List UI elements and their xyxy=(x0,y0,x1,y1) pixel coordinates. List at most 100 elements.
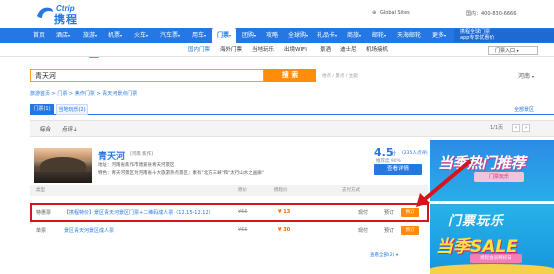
chevron-down-icon: ▾ xyxy=(531,74,534,79)
header-ctrip-price: 携程价 xyxy=(274,188,288,193)
app-promo[interactable]: 携程全球门票 app专享优惠价 xyxy=(454,29,554,42)
chevron-down-icon: ▾ xyxy=(254,33,257,38)
nav-train[interactable]: 火车▾ xyxy=(130,28,152,43)
promo-title-2: 门票玩乐 xyxy=(448,214,505,229)
nav-hotel[interactable]: 酒店▾ xyxy=(52,28,74,43)
phone-number: 国内：400-830-6666 xyxy=(466,11,517,17)
nav-tianhai-cruise[interactable]: 天海邮轮 xyxy=(394,28,424,43)
breadcrumb-separator: > xyxy=(51,91,56,97)
result-tabs: 门票(1) 当地玩乐(2) xyxy=(30,104,554,115)
review-count[interactable]: (235人点评) xyxy=(402,150,428,156)
nav-business[interactable]: 商旅▾ xyxy=(343,28,365,43)
rating-unit: 分 xyxy=(391,151,397,157)
search-input[interactable]: 青天河 xyxy=(30,69,264,82)
nav-guide[interactable]: 攻略 xyxy=(262,28,282,43)
subnav-overseas-tickets[interactable]: 海外门票 xyxy=(220,45,242,53)
view-all-tickets-link[interactable]: 查看全部(2) ▾ xyxy=(370,252,398,258)
page-indicator: 1/1页 xyxy=(490,125,504,131)
globe-icon: ⊕ xyxy=(372,10,377,16)
promo-banner[interactable]: 当季热门推荐 门票玩乐 门票玩乐 当季SALE 携程会员特权日 xyxy=(430,140,554,274)
chevron-down-icon: ▾ xyxy=(95,33,98,38)
chevron-down-icon: ▾ xyxy=(68,33,71,38)
chevron-down-icon: ▾ xyxy=(204,33,207,38)
sort-arrow-icon: ⇣ xyxy=(73,127,78,133)
nav-tickets[interactable]: 门票▾ xyxy=(212,28,236,43)
highlight-box xyxy=(30,203,429,222)
breadcrumb-item[interactable]: 焦作门票 xyxy=(75,91,95,97)
logo-cn-text: 携程 xyxy=(54,13,78,26)
tab-local-fun[interactable]: 当地玩乐(2) xyxy=(56,104,88,115)
nav-more[interactable]: 更多▾ xyxy=(428,28,450,43)
nav-bus[interactable]: 汽车票▾ xyxy=(156,28,184,43)
subnav-airport-pickup[interactable]: 机场接机 xyxy=(366,45,388,53)
chevron-down-icon: ▾ xyxy=(444,33,447,38)
search-hint: 地点 / 景点 / 主题 xyxy=(322,74,358,79)
global-sites-link[interactable]: Global Sites xyxy=(380,10,410,16)
subnav-wifi[interactable]: 出境WIFI xyxy=(284,45,307,53)
search-button[interactable]: 搜 索 xyxy=(264,69,316,82)
breadcrumb-item[interactable]: 旅游首页 xyxy=(30,91,50,97)
header-original-price: 原价 xyxy=(238,188,247,193)
sort-bar: 综合 点评⇣ xyxy=(30,120,554,137)
chevron-down-icon: ▾ xyxy=(306,33,309,38)
chevron-down-icon: ▾ xyxy=(146,33,149,38)
subnav-local-fun[interactable]: 当地玩乐 xyxy=(252,45,274,53)
tab-tickets[interactable]: 门票(1) xyxy=(30,104,54,115)
chevron-down-icon: ▾ xyxy=(335,33,338,38)
book-button[interactable]: 预订 xyxy=(401,226,419,235)
top-bar: Ctrip 携程 ⊕ Global Sites 国内：400-830-6666 xyxy=(0,0,554,28)
sort-reviews[interactable]: 点评⇣ xyxy=(62,125,78,133)
attraction-feature: 特色：青天河景区为河南省十大旅游热点景区；素有"北方三峡"和"太行山水之画廊" xyxy=(98,171,264,176)
next-page-icon[interactable]: › xyxy=(522,124,530,132)
ctrip-price: ¥ 30 xyxy=(278,227,291,233)
nav-global-shop[interactable]: 全球购▾ xyxy=(285,28,311,43)
nav-gift-card[interactable]: 礼品卡▾ xyxy=(314,28,340,43)
ticket-entry-button[interactable]: 门票入口 ▾ xyxy=(488,46,538,55)
attraction-location: [河南 焦作] xyxy=(130,152,153,157)
chevron-down-icon: ▾ xyxy=(359,33,362,38)
nav-travel[interactable]: 旅游▾ xyxy=(78,28,102,43)
breadcrumb-item: 青天河景点门票 xyxy=(102,91,138,97)
subnav-hotel-combo[interactable]: 景酒 xyxy=(320,45,331,53)
chevron-down-icon: ▾ xyxy=(384,33,387,38)
book-label: 预订 xyxy=(384,228,395,234)
dolphin-logo-icon xyxy=(37,7,53,18)
ticket-table-header: 类型 原价 携程价 支付方式 xyxy=(30,185,428,196)
payment-method: 现付 xyxy=(358,228,369,234)
nav-cruise[interactable]: 邮轮▾ xyxy=(368,28,390,43)
sort-comprehensive[interactable]: 综合 xyxy=(40,125,51,133)
view-details-button[interactable]: 查看详情 xyxy=(374,164,422,175)
breadcrumb-separator: > xyxy=(96,91,101,97)
original-price: ¥65 xyxy=(238,227,248,233)
breadcrumb-separator: > xyxy=(69,91,74,97)
subnav-domestic-tickets[interactable]: 国内门票 xyxy=(188,45,210,53)
nav-groupbuy[interactable]: 团购▾ xyxy=(238,28,260,43)
table-row: 单票 景区青天河景区成人票 ¥65 ¥ 30 现付 预订 预订 xyxy=(30,224,428,238)
ticket-type: 单票 xyxy=(36,228,47,234)
chevron-down-icon: ▾ xyxy=(516,48,519,53)
attraction-photo[interactable] xyxy=(34,148,92,183)
promo-ribbon-1: 门票玩乐 xyxy=(474,172,524,182)
attraction-title[interactable]: 青天河 xyxy=(98,149,125,162)
chevron-down-icon: ▾ xyxy=(120,33,123,38)
breadcrumb: 旅游首页 > 门票 > 焦作门票 > 青天河景点门票 xyxy=(30,90,137,97)
subnav-disney[interactable]: 迪士尼 xyxy=(340,45,357,53)
ticket-name[interactable]: 景区青天河景区成人票 xyxy=(64,227,114,234)
all-sites-link[interactable]: 全部景区 xyxy=(514,106,534,113)
promo-title-1: 当季热门推荐 xyxy=(438,154,526,172)
prev-page-icon[interactable]: ‹ xyxy=(512,124,520,132)
breadcrumb-item[interactable]: 门票 xyxy=(57,91,67,97)
nav-car[interactable]: 用车▾ xyxy=(188,28,210,43)
promo-ribbon-2: 携程会员特权日 xyxy=(470,254,522,263)
nav-home[interactable]: 首页 xyxy=(30,28,48,43)
ctrip-logo[interactable]: Ctrip 携程 xyxy=(36,4,96,26)
chevron-down-icon: ▾ xyxy=(178,33,181,38)
header-type: 类型 xyxy=(36,188,45,193)
chevron-down-icon: ▾ xyxy=(229,33,232,38)
header-payment: 支付方式 xyxy=(342,188,360,193)
nav-flights[interactable]: 机票▾ xyxy=(104,28,126,43)
sub-nav: 国内门票 海外门票 当地玩乐 出境WIFI 景酒 迪士尼 机场接机 xyxy=(0,43,554,57)
attraction-address: 地址：河南省焦作市博爱县青天河景区 xyxy=(98,163,175,168)
city-selector[interactable]: 河南 ▾ xyxy=(518,71,534,80)
chevron-down-icon: ▾ xyxy=(395,253,399,258)
